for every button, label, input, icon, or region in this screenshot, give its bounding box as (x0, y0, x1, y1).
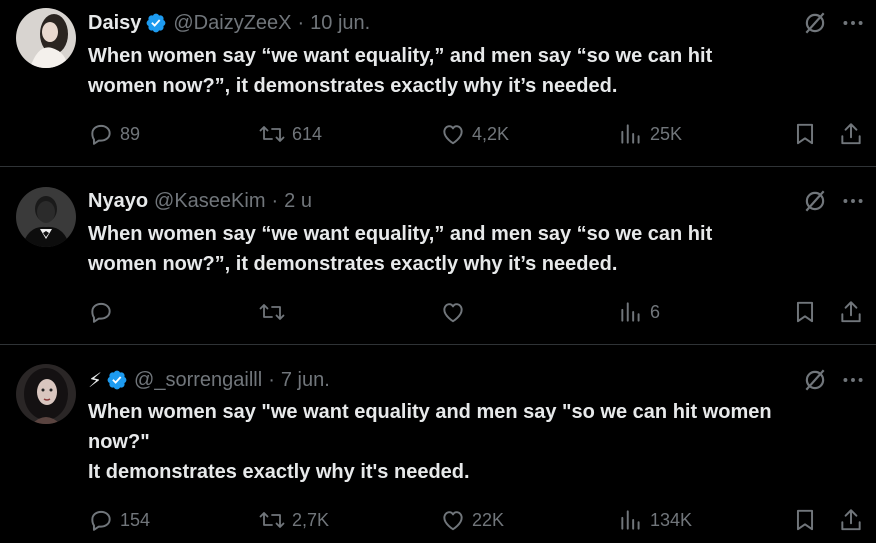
bookmark-icon (796, 123, 814, 145)
avatar[interactable] (16, 364, 76, 424)
heart-icon (443, 303, 463, 323)
tweet[interactable]: Nyayo @KaseeKim · 2 u When women say “we… (0, 167, 876, 345)
views-icon (621, 124, 640, 144)
user-handle[interactable]: @DaizyZeeX (173, 12, 291, 35)
tweet[interactable]: Daisy @DaizyZeeX · 10 jun. When women sa… (0, 0, 876, 167)
share-button[interactable] (838, 506, 864, 534)
share-button[interactable] (838, 298, 864, 326)
reply-button[interactable] (88, 298, 120, 326)
views-button[interactable]: 134K (618, 506, 692, 534)
tweet-text: When women say “we want equality,” and m… (88, 223, 713, 275)
share-icon (841, 301, 861, 323)
more-icon[interactable] (840, 188, 866, 214)
repost-count: 614 (292, 123, 323, 144)
views-icon (621, 302, 640, 322)
repost-button[interactable]: 2,7K (258, 506, 329, 534)
tweet-text: When women say "we want equality and men… (88, 401, 772, 483)
tweet-text: When women say “we want equality,” and m… (88, 45, 713, 97)
view-count: 25K (650, 123, 683, 144)
timestamp[interactable]: 7 jun. (281, 369, 330, 392)
reply-button[interactable]: 89 (88, 120, 140, 148)
like-count: 4,2K (472, 123, 510, 144)
display-name[interactable]: Daisy (88, 12, 141, 35)
reply-count: 154 (120, 509, 151, 530)
display-name[interactable]: ⚡ (88, 368, 102, 393)
bookmark-icon (796, 509, 814, 531)
heart-icon (443, 511, 463, 531)
views-icon (621, 510, 640, 530)
reply-button[interactable]: 154 (88, 506, 150, 534)
separator: · (268, 368, 275, 391)
bookmark-button[interactable] (792, 120, 818, 148)
repost-button[interactable]: 614 (258, 120, 322, 148)
user-handle[interactable]: @KaseeKim (154, 190, 265, 213)
like-button[interactable] (440, 298, 472, 326)
share-icon (841, 123, 861, 145)
repost-icon (259, 126, 285, 142)
user-handle[interactable]: @_sorrengailll (134, 369, 262, 392)
like-count: 22K (472, 509, 505, 530)
repost-button[interactable] (258, 298, 292, 326)
repost-icon (259, 304, 285, 320)
more-icon[interactable] (840, 10, 866, 36)
verified-badge-icon (146, 13, 166, 33)
tweet[interactable]: ⚡ @_sorrengailll · 7 jun. When women say… (0, 345, 876, 543)
heart-icon (443, 125, 463, 145)
reply-icon (91, 124, 111, 145)
repost-count: 2,7K (292, 509, 330, 530)
bookmark-button[interactable] (792, 298, 818, 326)
reply-icon (91, 302, 111, 323)
grok-icon[interactable] (802, 367, 828, 393)
timestamp[interactable]: 10 jun. (310, 12, 370, 35)
share-button[interactable] (838, 120, 864, 148)
views-button[interactable]: 25K (618, 120, 682, 148)
avatar[interactable] (16, 187, 76, 247)
grok-icon[interactable] (802, 188, 828, 214)
reply-count: 89 (120, 123, 141, 144)
more-icon[interactable] (840, 367, 866, 393)
grok-icon[interactable] (802, 10, 828, 36)
view-count: 6 (650, 301, 661, 322)
bookmark-button[interactable] (792, 506, 818, 534)
separator: · (271, 189, 279, 212)
avatar[interactable] (16, 8, 76, 68)
reply-icon (91, 510, 111, 531)
view-count: 134K (650, 509, 693, 530)
like-button[interactable]: 22K (440, 506, 504, 534)
verified-badge-icon (107, 370, 127, 390)
repost-icon (259, 512, 285, 528)
timestamp[interactable]: 2 u (284, 190, 312, 213)
share-icon (841, 509, 861, 531)
bookmark-icon (796, 301, 814, 323)
separator: · (297, 11, 305, 34)
views-button[interactable]: 6 (618, 298, 660, 326)
display-name[interactable]: Nyayo (88, 190, 148, 213)
like-button[interactable]: 4,2K (440, 120, 509, 148)
